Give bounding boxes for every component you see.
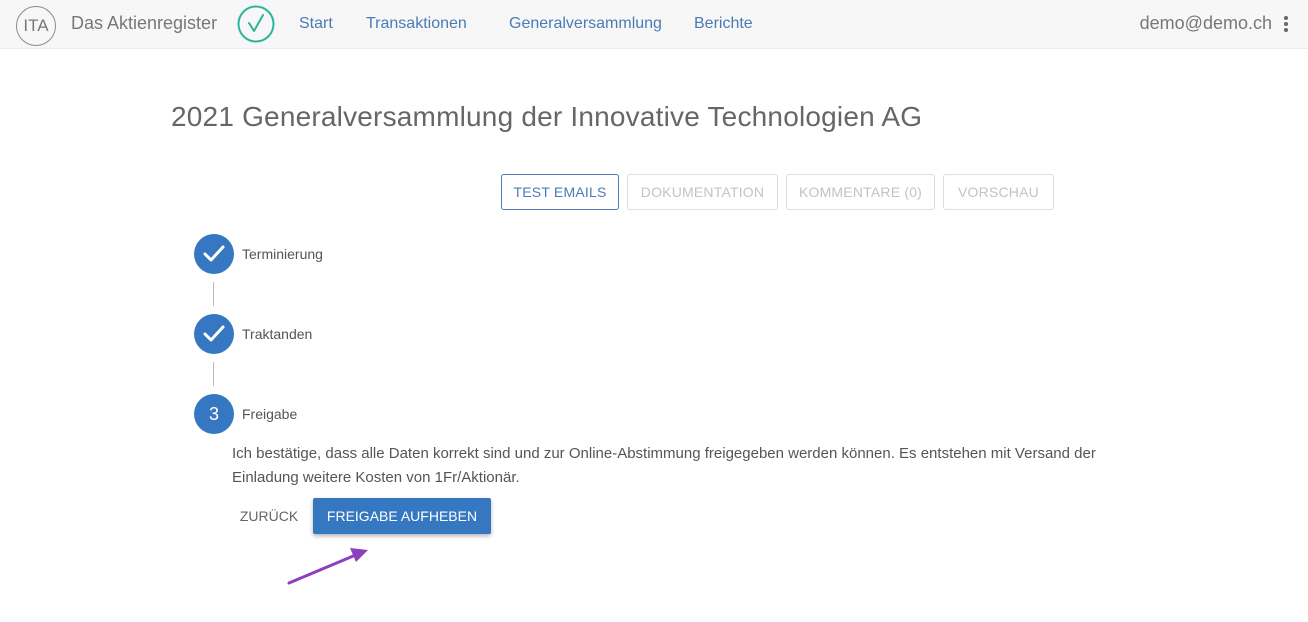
dokumentation-button[interactable]: DOKUMENTATION xyxy=(627,174,778,210)
checkmark-icon xyxy=(203,245,225,262)
vorschau-button[interactable]: VORSCHAU xyxy=(943,174,1054,210)
step-2-complete xyxy=(194,314,234,354)
kommentare-button[interactable]: KOMMENTARE (0) xyxy=(786,174,935,210)
nav-link-berichte[interactable]: Berichte xyxy=(694,15,753,33)
freigabe-aufheben-button[interactable]: FREIGABE AUFHEBEN xyxy=(313,498,491,534)
page-title: 2021 Generalversammlung der Innovative T… xyxy=(171,101,923,132)
logo[interactable]: ITA xyxy=(16,6,56,46)
checkmark-icon xyxy=(203,325,225,342)
step-3-active: 3 xyxy=(194,394,234,434)
nav-link-start[interactable]: Start xyxy=(299,15,333,33)
step-3-label: Freigabe xyxy=(242,406,298,422)
step-3-number: 3 xyxy=(208,403,219,424)
step-1-label: Terminierung xyxy=(242,246,323,262)
check-circle-icon xyxy=(237,5,275,43)
annotation-arrow-icon xyxy=(287,548,368,585)
freigabe-description: Ich bestätige, dass alle Daten korrekt s… xyxy=(232,445,1096,486)
top-navbar: ITA Das Aktienregister Start Transaktion… xyxy=(0,0,1308,49)
brand-name[interactable]: Das Aktienregister xyxy=(71,13,217,34)
step-connector xyxy=(213,282,214,306)
step-1-complete xyxy=(194,234,234,274)
nav-link-generalversammlung[interactable]: Generalversammlung xyxy=(509,15,662,33)
step-2-label: Traktanden xyxy=(242,326,313,342)
more-vertical-icon[interactable] xyxy=(1282,14,1290,34)
back-button[interactable]: ZURÜCK xyxy=(232,498,306,534)
nav-link-transaktionen[interactable]: Transaktionen xyxy=(366,15,467,33)
step-connector xyxy=(213,362,214,386)
test-emails-button[interactable]: TEST EMAILS xyxy=(501,174,619,210)
user-email[interactable]: demo@demo.ch xyxy=(1140,13,1272,34)
